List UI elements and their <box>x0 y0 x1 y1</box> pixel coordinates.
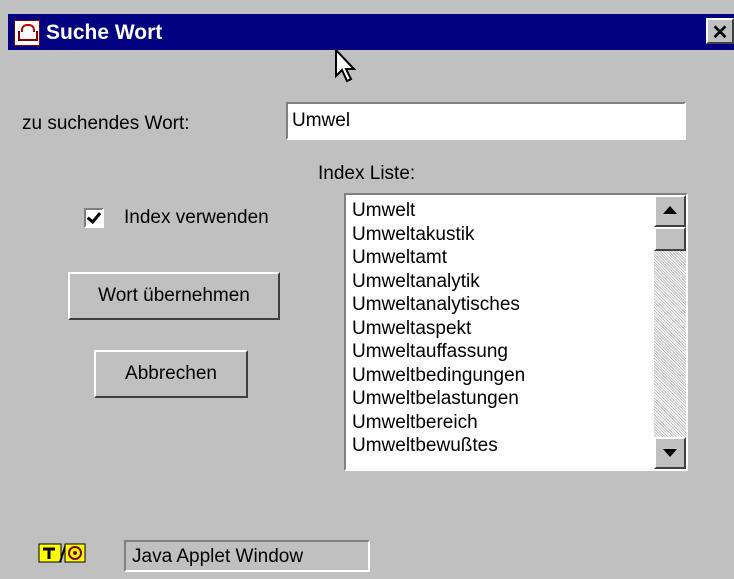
list-item[interactable]: Umweltbereich <box>352 411 648 435</box>
search-word-label: zu suchendes Wort: <box>22 113 190 134</box>
close-button[interactable]: ✕ <box>706 18 734 44</box>
list-item[interactable]: Umwelt <box>352 199 648 223</box>
list-item[interactable]: Umweltamt <box>352 246 648 270</box>
index-list-label: Index Liste: <box>318 163 416 184</box>
index-list-items: Umwelt Umweltakustik Umweltamt Umweltana… <box>352 199 648 458</box>
scroll-down-button[interactable] <box>654 437 686 469</box>
list-item[interactable]: Umweltbedingungen <box>352 364 648 388</box>
dialog-window: Suche Wort ✕ zu suchendes Wort: Umwel In… <box>0 0 734 579</box>
java-applet-icon <box>38 543 86 563</box>
title-bar[interactable]: Suche Wort ✕ <box>8 14 734 50</box>
window-title: Suche Wort <box>46 21 163 44</box>
arrow-up-icon <box>663 206 677 214</box>
mouse-pointer-icon <box>335 48 357 83</box>
scroll-up-button[interactable] <box>654 195 686 227</box>
arrow-down-icon <box>663 449 677 457</box>
list-item[interactable]: Umweltakustik <box>352 223 648 247</box>
close-icon: ✕ <box>711 22 729 44</box>
use-index-label[interactable]: Index verwenden <box>124 207 269 229</box>
list-scrollbar[interactable] <box>654 195 686 469</box>
list-item[interactable]: Umweltanalytisches <box>352 293 648 317</box>
accept-word-button[interactable]: Wort übernehmen <box>68 272 280 320</box>
list-item[interactable]: Umweltaspekt <box>352 317 648 341</box>
list-item[interactable]: Umweltauffassung <box>352 340 648 364</box>
index-list[interactable]: Umwelt Umweltakustik Umweltamt Umweltana… <box>344 193 688 471</box>
search-input[interactable]: Umwel <box>286 102 686 140</box>
coffee-cup-icon <box>14 20 40 46</box>
cancel-button[interactable]: Abbrechen <box>94 350 248 398</box>
list-item[interactable]: Umweltanalytik <box>352 270 648 294</box>
list-item[interactable]: Umweltbewußtes <box>352 434 648 458</box>
status-text: Java Applet Window <box>124 540 370 572</box>
use-index-checkbox[interactable] <box>84 208 104 228</box>
list-item[interactable]: Umweltbelastungen <box>352 387 648 411</box>
scroll-thumb[interactable] <box>654 227 686 251</box>
